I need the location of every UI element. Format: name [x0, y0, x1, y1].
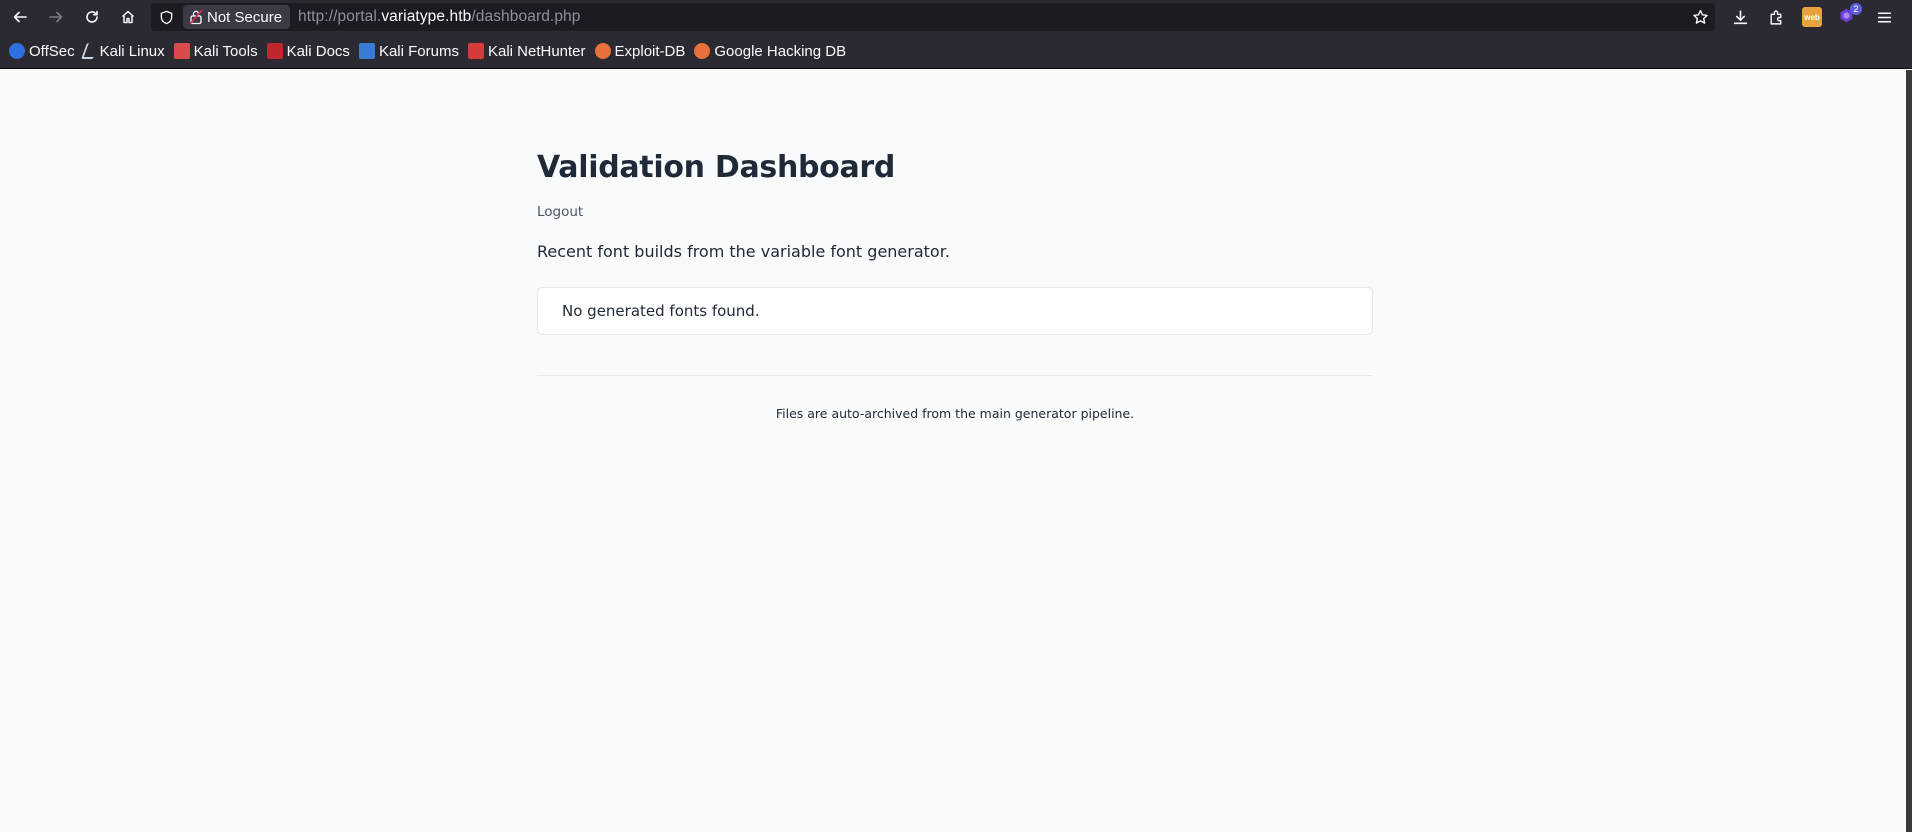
url-host: variatype.htb	[381, 8, 472, 25]
footer-note: Files are auto-archived from the main ge…	[775, 406, 1135, 421]
back-arrow-icon	[13, 11, 27, 23]
web-extension-button[interactable]: web	[1794, 0, 1830, 34]
bookmark-label: Kali NetHunter	[487, 42, 586, 60]
nethunter-icon	[467, 43, 484, 59]
bookmark-kali-tools[interactable]: Kali Tools	[172, 38, 263, 64]
bookmark-google-hacking-db[interactable]: Google Hacking DB	[692, 38, 851, 64]
bookmarks-toolbar: OffSec Kali Linux Kali Tools Kali Docs Kali …	[0, 34, 1912, 69]
bookmark-kali-nethunter[interactable]: Kali NetHunter	[466, 38, 591, 64]
shield-icon	[160, 10, 172, 24]
url-text[interactable]: http://portal.variatype.htb/dashboard.ph…	[298, 8, 580, 26]
bookmark-kali-linux[interactable]: Kali Linux	[80, 38, 170, 64]
bookmark-label: Exploit-DB	[614, 42, 686, 60]
app-menu-button[interactable]	[1866, 0, 1902, 34]
url-path: /dashboard.php	[471, 8, 581, 25]
bookmark-label: Kali Forums	[378, 42, 459, 60]
star-icon	[1693, 9, 1708, 24]
divider	[537, 375, 1373, 376]
home-icon	[121, 10, 135, 24]
fonts-list-card: No generated fonts found.	[537, 287, 1373, 335]
kali-docs-icon	[266, 43, 283, 59]
site-security-button[interactable]: Not Secure	[183, 5, 291, 29]
insecure-lock-icon	[189, 9, 203, 25]
forward-button[interactable]	[38, 0, 74, 34]
hamburger-menu-icon	[1877, 11, 1891, 23]
logout-link[interactable]: Logout	[537, 204, 583, 220]
url-bar[interactable]: Not Secure http://portal.variatype.htb/d…	[151, 3, 1715, 31]
home-button[interactable]	[110, 0, 146, 34]
ghdb-icon	[694, 43, 711, 59]
tracking-protection-button[interactable]	[151, 3, 181, 31]
bookmark-exploit-db[interactable]: Exploit-DB	[593, 38, 691, 64]
kali-forums-icon	[358, 43, 375, 59]
url-prefix: http://portal.	[298, 8, 382, 25]
downloads-button[interactable]	[1722, 0, 1758, 34]
reload-icon	[86, 10, 98, 23]
page-content: Validation Dashboard Logout Recent font …	[0, 70, 1906, 832]
back-button[interactable]	[2, 0, 38, 34]
exploit-db-icon	[594, 43, 611, 59]
web-extension-icon: web	[1802, 7, 1822, 27]
puzzle-icon	[1769, 10, 1781, 25]
download-icon	[1733, 9, 1747, 24]
purple-extension-button[interactable]: 2	[1830, 0, 1866, 34]
bookmark-offsec[interactable]: OffSec	[7, 38, 80, 64]
kali-tools-icon	[173, 43, 190, 59]
bookmark-star-button[interactable]	[1692, 3, 1709, 31]
reload-button[interactable]	[74, 0, 110, 34]
bookmark-label: Kali Linux	[99, 42, 165, 60]
toolbar-right: web 2	[1722, 0, 1902, 34]
bookmark-label: Kali Tools	[193, 42, 258, 60]
empty-state-message: No generated fonts found.	[562, 302, 760, 320]
navigation-toolbar: Not Secure http://portal.variatype.htb/d…	[0, 0, 1912, 34]
kali-dragon-icon	[80, 43, 99, 59]
purple-extension-icon: 2	[1838, 3, 1862, 27]
bookmark-label: Kali Docs	[286, 42, 350, 60]
security-label: Not Secure	[207, 8, 283, 26]
page-subtitle: Recent font builds from the variable fon…	[537, 242, 950, 261]
bookmark-kali-docs[interactable]: Kali Docs	[265, 38, 355, 64]
extensions-button[interactable]	[1758, 0, 1794, 34]
forward-arrow-icon	[49, 11, 63, 23]
extension-badge: 2	[1850, 3, 1862, 15]
bookmark-kali-forums[interactable]: Kali Forums	[357, 38, 464, 64]
offsec-icon	[9, 43, 25, 59]
bookmark-label: OffSec	[29, 42, 75, 60]
scrollbar[interactable]	[1906, 70, 1912, 832]
page-title: Validation Dashboard	[537, 150, 896, 185]
bookmark-label: Google Hacking DB	[714, 42, 847, 60]
